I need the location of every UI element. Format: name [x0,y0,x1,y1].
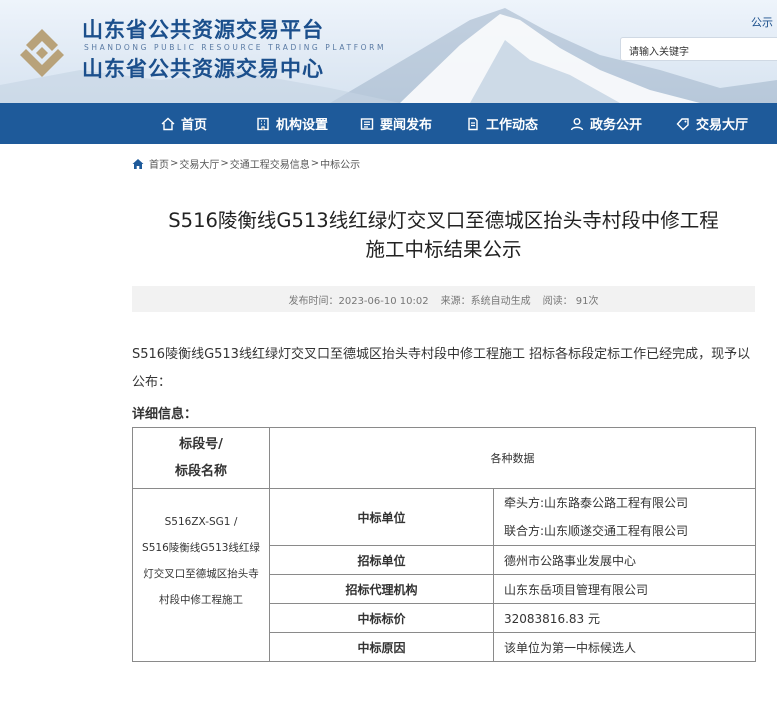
nav-item-organization[interactable]: 机构设置 [256,103,328,144]
header-data-cell: 各种数据 [269,427,756,489]
site-title: 山东省公共资源交易平台 [82,18,324,42]
view-count: 阅读： 91次 [542,295,599,307]
publish-time: 发布时间：2023-06-10 10:02 [288,295,429,307]
search-input[interactable]: 请输入关键字 [620,37,777,61]
lot-line: 灯交叉口至德城区抬头寺 [143,568,259,580]
article-body: S516陵衡线G513线红绿灯交叉口至德城区抬头寺村段中修工程施工 招标各标段定… [132,347,751,390]
nav-label: 要闻发布 [380,118,433,133]
result-table: 标段号/ 标段名称 各种数据 S516ZX-SG1 / S516陵衡线G513线… [132,427,756,662]
nav-label: 政务公开 [590,118,643,133]
article-source: 来源：系统自动生成 [440,295,531,307]
site-subtitle: 山东省公共资源交易中心 [82,57,324,81]
breadcrumb-trading-hall[interactable]: 交易大厅 [179,156,219,171]
building-icon [257,117,269,130]
article-title-line: 施工中标结果公示 [365,238,522,261]
site-logo [20,29,64,77]
document-icon [468,117,478,130]
nav-item-home[interactable]: 首页 [161,103,207,144]
lot-cell: S516ZX-SG1 / S516陵衡线G513线红绿 灯交叉口至德城区抬头寺 … [132,488,270,662]
breadcrumb-separator: > [310,158,320,169]
nav-item-government-affairs[interactable]: 政务公开 [570,103,642,144]
nav-item-trading-hall[interactable]: 交易大厅 [676,103,748,144]
tag-icon [676,117,689,130]
article-title-line: S516陵衡线G513线红绿灯交叉口至德城区抬头寺村段中修工程 [168,209,719,232]
home-icon [161,117,175,130]
breadcrumb-separator: > [220,158,229,169]
nav-item-work-updates[interactable]: 工作动态 [466,103,538,144]
breadcrumb-separator: > [170,158,179,169]
lot-line: 村段中修工程施工 [159,594,243,606]
reason-label: 中标原因 [269,632,494,662]
nav-label: 机构设置 [276,118,329,133]
winner-lead: 牵头方:山东路泰公路工程有限公司 [504,496,689,510]
price-label: 中标标价 [269,603,494,633]
agency-label: 招标代理机构 [269,574,494,604]
site-title-english: SHANDONG PUBLIC RESOURCE TRADING PLATFOR… [84,43,387,52]
nav-label: 首页 [181,118,208,133]
tenderer-value: 德州市公路事业发展中心 [493,545,756,575]
person-icon [570,117,584,130]
home-icon [132,158,144,169]
winner-label: 中标单位 [269,488,494,546]
breadcrumb-transport-info[interactable]: 交通工程交易信息 [230,156,310,171]
table-row: S516ZX-SG1 / S516陵衡线G513线红绿 灯交叉口至德城区抬头寺 … [132,488,756,662]
breadcrumb-home[interactable]: 首页 [149,156,169,171]
article-meta: 发布时间：2023-06-10 10:02 来源：系统自动生成 阅读： 91次 [132,286,755,312]
lot-line: S516ZX-SG1 / [164,516,238,528]
news-icon [360,117,374,130]
header-lot-cell: 标段号/ 标段名称 [132,427,270,489]
agency-value: 山东东岳项目管理有限公司 [493,574,756,604]
nav-label: 交易大厅 [696,118,749,133]
price-value: 32083816.83 元 [493,603,756,633]
winner-partner: 联合方:山东顺遂交通工程有限公司 [504,524,689,538]
reason-value: 该单位为第一中标候选人 [493,632,756,662]
site-header: 山东省公共资源交易平台 SHANDONG PUBLIC RESOURCE TRA… [0,0,777,103]
detail-label: 详细信息： [132,407,198,422]
header-lot-line: 标段号/ [179,437,223,452]
nav-label: 工作动态 [486,118,539,133]
top-link[interactable]: 公示 [751,14,773,30]
article-title: S516陵衡线G513线红绿灯交叉口至德城区抬头寺村段中修工程 施工中标结果公示 [132,206,755,264]
winner-value: 牵头方:山东路泰公路工程有限公司 联合方:山东顺遂交通工程有限公司 [493,488,756,546]
tenderer-label: 招标单位 [269,545,494,575]
breadcrumb-bid-announcement[interactable]: 中标公示 [320,156,360,171]
main-nav: 首页 机构设置 要闻发布 工作动态 政务公开 交易大厅 [0,103,777,144]
table-header-row: 标段号/ 标段名称 各种数据 [132,427,756,489]
breadcrumb: 首页 > 交易大厅 > 交通工程交易信息 > 中标公示 [132,156,360,171]
nav-item-news[interactable]: 要闻发布 [360,103,432,144]
header-lot-line: 标段名称 [174,464,227,479]
lot-line: S516陵衡线G513线红绿 [142,542,260,554]
